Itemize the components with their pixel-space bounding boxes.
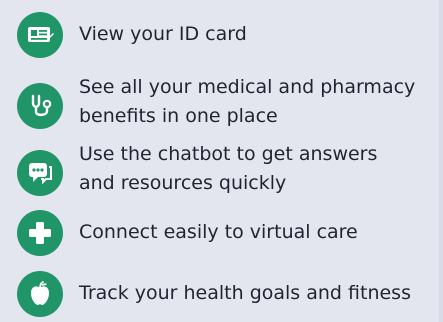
feature-label-chatbot-line-2: and resources quickly [79, 172, 287, 194]
feature-id-card[interactable]: View your ID card [0, 12, 443, 58]
feature-chatbot[interactable]: Use the chatbot to get answers and resou… [0, 140, 443, 198]
feature-virtual-care[interactable]: Connect easily to virtual care [0, 210, 443, 256]
apple-icon [17, 271, 63, 317]
id-card-icon [17, 12, 63, 58]
stethoscope-icon [17, 83, 63, 129]
medical-cross-icon [17, 210, 63, 256]
feature-health-goals[interactable]: Track your health goals and fitness [0, 271, 443, 317]
feature-label-chatbot-line-1: Use the chatbot to get answers [79, 143, 378, 165]
feature-label-id-card: View your ID card [79, 23, 247, 45]
feature-benefits[interactable]: See all your medical and pharmacy benefi… [0, 73, 443, 131]
feature-label-health-goals: Track your health goals and fitness [79, 282, 411, 304]
right-edge-divider [439, 0, 443, 322]
feature-label-virtual-care: Connect easily to virtual care [79, 221, 358, 243]
chatbot-icon [17, 150, 63, 196]
feature-label-benefits-line-1: See all your medical and pharmacy [79, 76, 416, 98]
feature-label-benefits-line-2: benefits in one place [79, 105, 278, 127]
features-panel: View your ID card See all your medical a… [0, 0, 443, 322]
